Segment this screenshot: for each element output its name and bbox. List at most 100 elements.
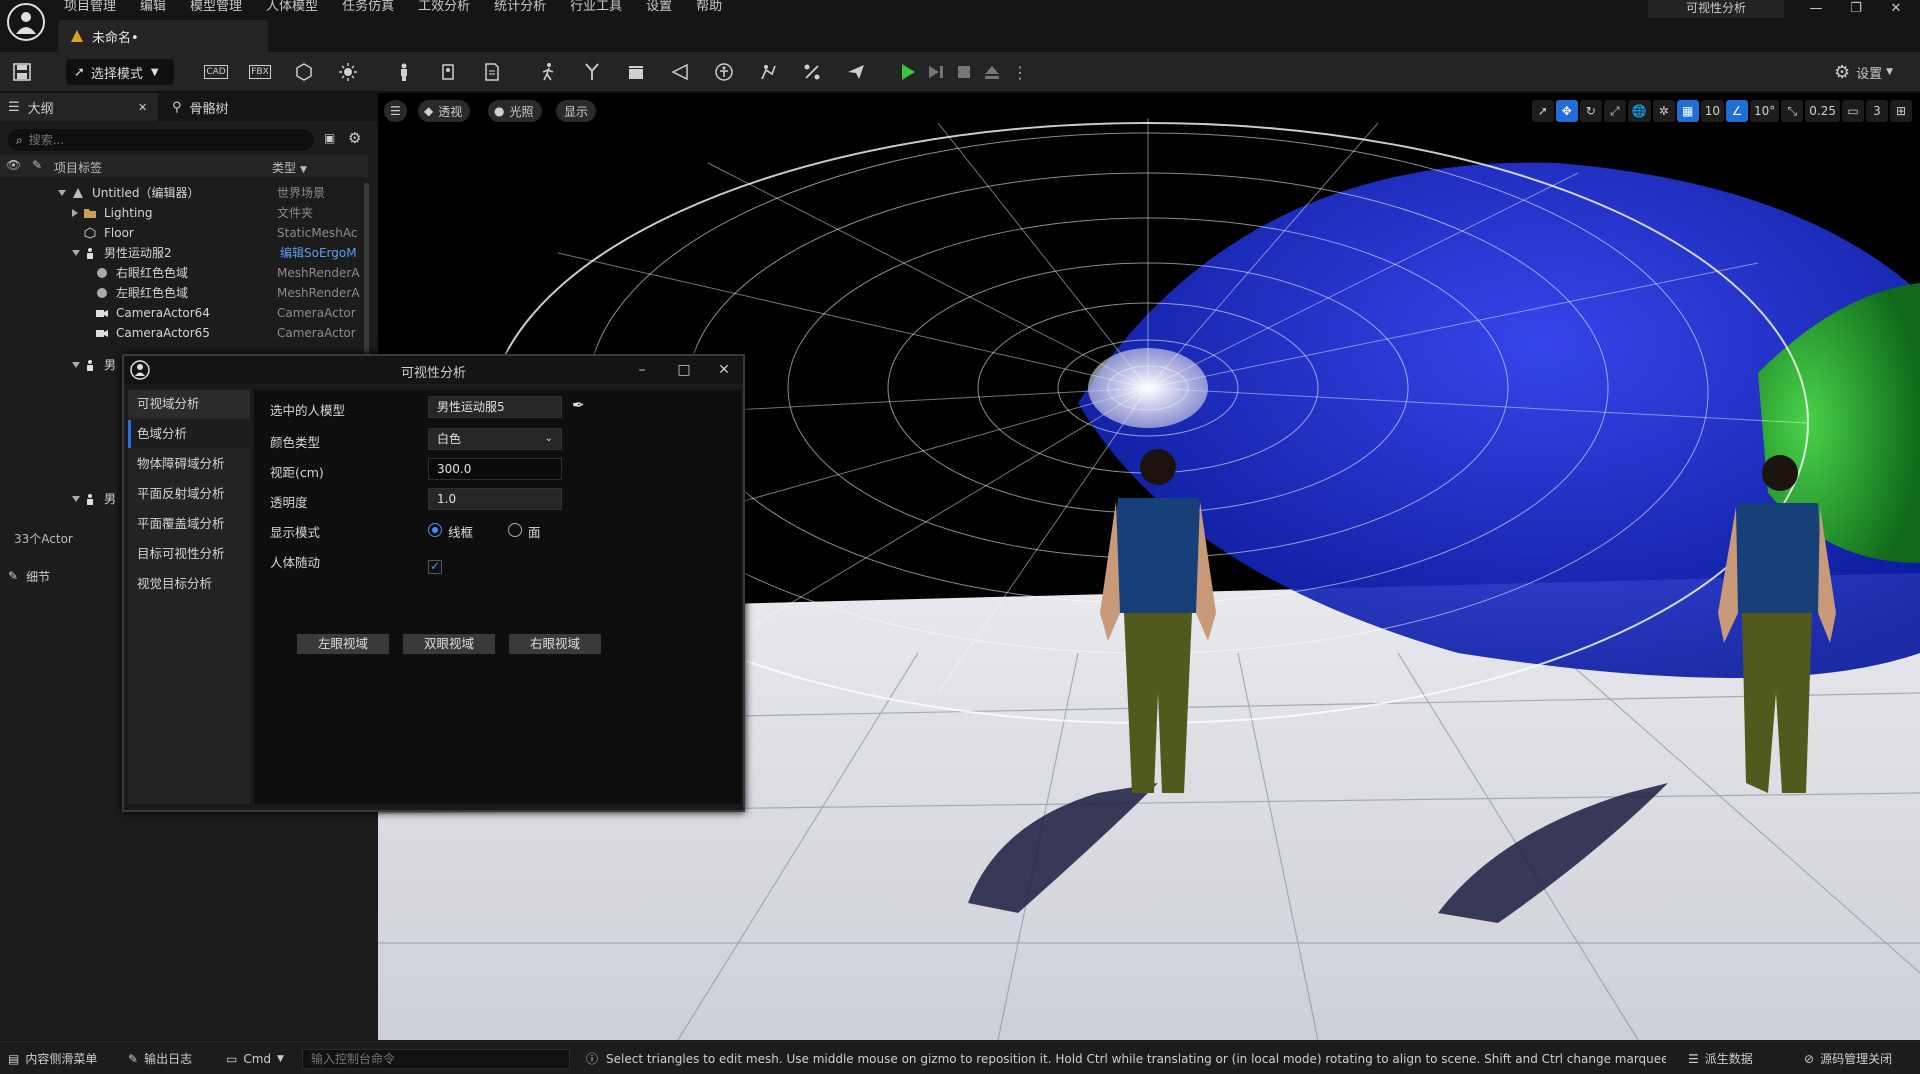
derived-data-button[interactable]: ☰ 派生数据: [1688, 1042, 1753, 1074]
gear-icon[interactable]: ⚙: [348, 129, 361, 147]
menu-model[interactable]: 模型管理: [190, 0, 242, 16]
minimize-window-button[interactable]: —: [1796, 0, 1836, 18]
side-item-color-analysis[interactable]: 色域分析: [128, 420, 250, 448]
restore-window-button[interactable]: ❐: [1836, 0, 1876, 18]
cad-import-icon[interactable]: CAD: [204, 60, 228, 84]
menu-edit[interactable]: 编辑: [140, 0, 166, 16]
viewport-menu-button[interactable]: ☰: [384, 100, 407, 122]
column-label-header[interactable]: 项目标签: [54, 159, 102, 176]
side-item-coverage-analysis[interactable]: 平面覆盖域分析: [128, 510, 250, 538]
step-icon[interactable]: [924, 60, 948, 84]
tab-skeleton[interactable]: ⚲ 骨骼树: [166, 93, 306, 121]
play-icon[interactable]: [896, 60, 920, 84]
move-tool-icon[interactable]: ✥: [1555, 100, 1578, 122]
menu-industry[interactable]: 行业工具: [570, 0, 622, 16]
reach-icon[interactable]: [756, 60, 780, 84]
source-control-button[interactable]: ⊘ 源码管理关闭: [1804, 1042, 1892, 1074]
follow-checkbox[interactable]: ✓: [428, 559, 442, 574]
rotation-snap-icon[interactable]: ∠: [1726, 100, 1748, 122]
camera-speed-value[interactable]: 3: [1866, 100, 1888, 122]
document-tab[interactable]: 未命名•: [58, 20, 268, 52]
tab-outline[interactable]: ☰ 大纲 ✕: [0, 93, 158, 121]
clapper-icon[interactable]: [624, 60, 648, 84]
search-input[interactable]: [28, 133, 299, 147]
menu-ergonomics[interactable]: 工效分析: [418, 0, 470, 16]
tree-row-untitled[interactable]: Untitled（编辑器） 世界场景: [0, 183, 364, 203]
tree-row-floor[interactable]: Floor StaticMeshAc: [0, 223, 364, 243]
cmd-dropdown[interactable]: ▭ Cmd ▼: [226, 1042, 284, 1074]
show-button[interactable]: 显示: [556, 100, 597, 122]
surface-snap-icon[interactable]: ✲: [1652, 100, 1675, 122]
tree-row-camera64[interactable]: CameraActor64 CameraActor: [0, 303, 364, 323]
tree-row-type-link[interactable]: 编辑SoErgoM: [280, 243, 357, 263]
cube-icon[interactable]: [292, 60, 316, 84]
fork-icon[interactable]: [580, 60, 604, 84]
accessibility-icon[interactable]: [712, 60, 736, 84]
view-distance-input[interactable]: 300.0: [428, 458, 562, 480]
tree-row-left-eye[interactable]: 左眼红色色域 MeshRenderA: [0, 283, 364, 303]
posture-icon[interactable]: [436, 60, 460, 84]
opacity-input[interactable]: 1.0: [428, 488, 562, 510]
side-item-reflection-analysis[interactable]: 平面反射域分析: [128, 480, 250, 508]
light-icon[interactable]: [336, 60, 360, 84]
menu-settings[interactable]: 设置: [646, 0, 672, 16]
scale-tool-icon[interactable]: ⤢: [1603, 100, 1626, 122]
percent-icon[interactable]: [800, 60, 824, 84]
camera-speed-icon[interactable]: ▭: [1842, 100, 1864, 122]
column-type-header[interactable]: 类型 ▼: [272, 159, 307, 176]
side-item-visual-target[interactable]: 视觉目标分析: [128, 570, 250, 598]
scale-snap-value[interactable]: 0.25: [1805, 100, 1840, 122]
close-icon[interactable]: ✕: [138, 101, 147, 114]
scale-snap-icon[interactable]: ⤡: [1781, 100, 1804, 122]
tree-row-right-eye[interactable]: 右眼红色色域 MeshRenderA: [0, 263, 364, 283]
view-cone-icon[interactable]: [668, 60, 692, 84]
perspective-button[interactable]: ◆ 透视: [418, 100, 471, 122]
menu-human[interactable]: 人体模型: [266, 0, 318, 16]
side-item-target-visibility[interactable]: 目标可视性分析: [128, 540, 250, 568]
tree-row-camera65[interactable]: CameraActor65 CameraActor: [0, 323, 364, 343]
right-eye-fov-button[interactable]: 右眼视域: [509, 634, 601, 654]
eject-icon[interactable]: [980, 60, 1004, 84]
dialog-maximize-button[interactable]: □: [672, 360, 696, 380]
send-icon[interactable]: [844, 60, 868, 84]
menu-project[interactable]: 项目管理: [64, 0, 116, 16]
rotate-tool-icon[interactable]: ↻: [1579, 100, 1602, 122]
settings-button[interactable]: ⚙ 设置 ▼: [1834, 60, 1914, 84]
output-log-button[interactable]: ✎ 输出日志: [128, 1042, 192, 1074]
dialog-titlebar[interactable]: 可视性分析 – □ ✕: [124, 356, 743, 384]
console-command-input[interactable]: [302, 1049, 570, 1069]
left-eye-fov-button[interactable]: 左眼视域: [297, 634, 389, 654]
walk-icon[interactable]: [536, 60, 560, 84]
select-mode-dropdown[interactable]: ➚ 选择模式 ▼: [66, 59, 174, 85]
dialog-close-button[interactable]: ✕: [712, 360, 736, 380]
menu-task[interactable]: 任务仿真: [342, 0, 394, 16]
eye-icon[interactable]: 👁: [6, 158, 21, 172]
menu-help[interactable]: 帮助: [696, 0, 722, 16]
fbx-import-icon[interactable]: FBX: [248, 60, 272, 84]
menu-statistics[interactable]: 统计分析: [494, 0, 546, 16]
tree-row-lighting[interactable]: Lighting 文件夹: [0, 203, 364, 223]
more-options-icon[interactable]: ⋮: [1008, 60, 1032, 84]
search-box[interactable]: ⌕: [8, 129, 314, 151]
wireframe-radio[interactable]: [428, 523, 442, 537]
eyedropper-icon[interactable]: ✒: [572, 396, 585, 414]
world-space-icon[interactable]: 🌐: [1627, 100, 1651, 122]
surface-radio[interactable]: [508, 523, 522, 537]
maximize-viewport-icon[interactable]: ⊞: [1890, 100, 1912, 122]
lighting-button[interactable]: ● 光照: [488, 100, 542, 122]
tree-row-human2[interactable]: 男性运动服2 编辑SoErgoM: [0, 243, 364, 263]
folder-add-icon[interactable]: ▣: [324, 131, 335, 145]
both-eyes-fov-button[interactable]: 双眼视域: [403, 634, 495, 654]
color-type-select[interactable]: 白色 ⌄: [428, 428, 562, 450]
content-drawer-button[interactable]: ▤ 内容侧滑菜单: [8, 1042, 97, 1074]
close-window-button[interactable]: ✕: [1876, 0, 1916, 18]
select-tool-icon[interactable]: ➚: [1531, 100, 1554, 122]
rotation-snap-value[interactable]: 10°: [1750, 100, 1780, 122]
grid-snap-value[interactable]: 10: [1700, 100, 1724, 122]
model-field[interactable]: 男性运动服5: [428, 396, 562, 418]
document-icon[interactable]: [480, 60, 504, 84]
side-item-fov-analysis[interactable]: 可视域分析: [128, 390, 250, 418]
stop-icon[interactable]: [952, 60, 976, 84]
app-logo-icon[interactable]: [2, 0, 50, 48]
human-model-icon[interactable]: [392, 60, 416, 84]
